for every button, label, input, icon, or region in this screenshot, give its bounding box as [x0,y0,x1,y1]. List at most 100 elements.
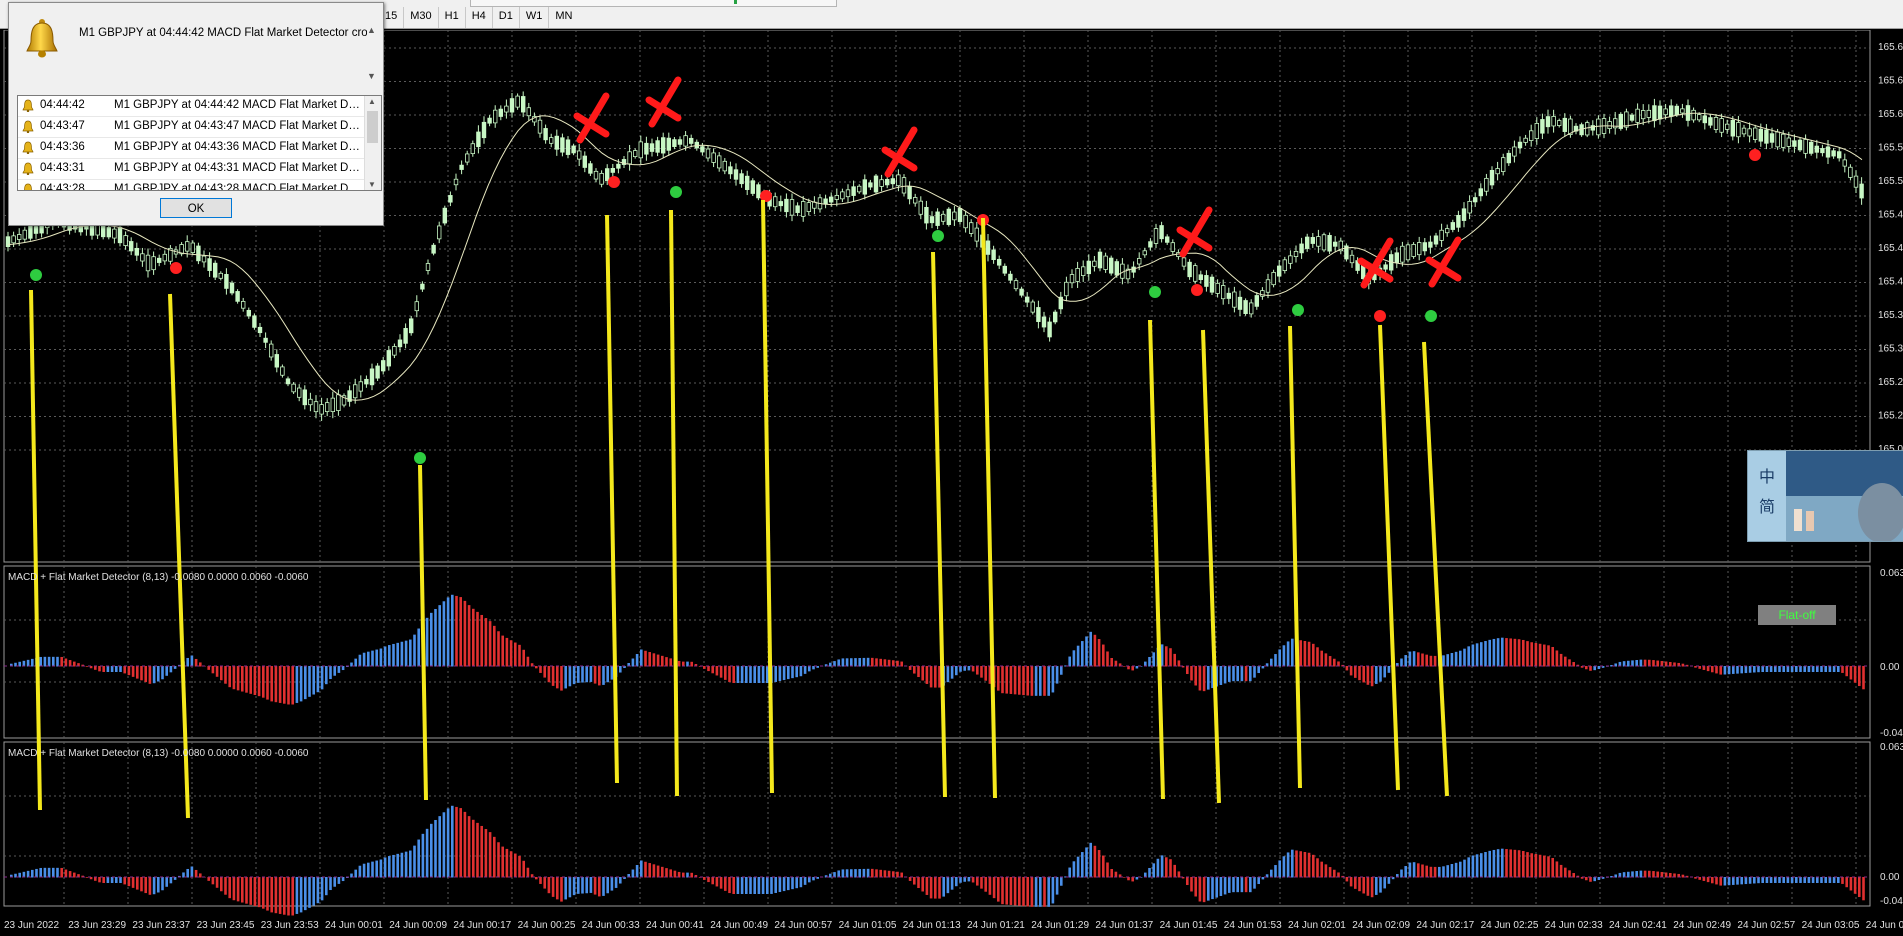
macd-1-bar [136,666,139,679]
macd-2-bar [1589,877,1592,882]
timeframe-button[interactable]: W1 [518,7,549,28]
macd-2-bar [1824,877,1827,883]
macd-2-bar [110,877,114,883]
macd-1-bar [1471,644,1475,667]
macd-2-bar [1173,864,1176,878]
macd-2-bar [1551,857,1554,878]
alert-dialog[interactable]: M1 GBPJPY at 04:44:42 MACD Flat Market D… [8,2,384,226]
timeframe-button[interactable]: MN [548,7,578,28]
macd-2-bar [341,877,345,882]
candle [1517,141,1523,149]
alert-row[interactable]: 04:44:42 M1 GBPJPY at 04:44:42 MACD Flat … [18,96,381,117]
macd-1-bar [308,666,311,697]
macd-2-bar [1719,877,1722,886]
candle [1837,151,1842,159]
ok-button[interactable]: OK [160,198,232,218]
macd-2-bar [388,856,391,878]
alert-row[interactable]: 04:43:36 M1 GBPJPY at 04:43:36 MACD Flat … [18,138,381,159]
macd-2-bar [661,866,664,878]
macd-2-bar [316,877,320,904]
macd-1-bar [43,656,47,667]
alert-row[interactable]: 04:43:28 M1 GBPJPY at 04:43:28 MACD Flat … [18,180,381,190]
macd-1-bar [791,666,794,679]
macd-1-bar [106,666,110,672]
candle [291,383,296,393]
timeframe-button[interactable]: D1 [491,7,519,28]
candle [1417,242,1422,256]
macd-2-bar [1211,877,1214,900]
scroll-up-icon[interactable]: ▲ [368,97,376,106]
time-axis-label: 24 Jun 00:49 [710,920,768,931]
alert-list-scrollbar[interactable]: ▲ ▼ [364,96,381,190]
macd-1-bar [1299,640,1302,667]
timeframe-button[interactable]: H1 [437,7,465,28]
macd-2-bar [1030,877,1034,907]
macd-2-bar [1408,862,1412,878]
macd-2-bar [984,877,987,892]
macd-2-bar [640,860,643,878]
bell-icon [24,183,32,190]
timeframe-button[interactable]: H4 [464,7,492,28]
macd-2-bar [1148,867,1151,878]
candle [683,135,688,147]
candle [616,163,621,169]
alert-row[interactable]: 04:43:47 M1 GBPJPY at 04:43:47 MACD Flat … [18,117,381,138]
macd-2-bar [144,877,147,894]
timeframe-button[interactable]: M30 [403,7,437,28]
candle [1428,241,1433,248]
macd-1-bar [740,666,744,683]
macd-2-bar [732,877,735,894]
macd-1-bar [383,646,387,667]
macd-1-bar [1643,659,1647,667]
macd-2-bar [1811,877,1815,883]
alert-list[interactable]: 04:44:42 M1 GBPJPY at 04:44:42 MACD Flat … [17,95,382,191]
candle [1137,257,1142,265]
time-axis-label: 24 Jun 02:41 [1609,920,1667,931]
macd-1-bar [1832,666,1836,672]
macd-2-bar [1597,877,1601,880]
candle [1657,105,1663,120]
macd-1-bar [157,666,160,682]
macd-2-bar [106,877,110,883]
time-axis-label: 23 Jun 2022 [4,920,59,931]
macd-2-bar [383,857,387,878]
macd-2-bar [1484,852,1487,878]
macd-1-bar [1534,643,1538,667]
macd-1-bar [207,666,210,670]
macd-1-bar [1824,666,1827,672]
macd-1-bar [774,666,777,682]
candle [689,137,694,144]
candle [711,152,716,163]
macd-1-bar [640,649,643,667]
macd-1-bar [648,652,651,667]
candle [655,140,660,153]
macd-1-bar [236,666,240,691]
alert-row[interactable]: 04:43:31 M1 GBPJPY at 04:43:31 MACD Flat … [18,159,381,180]
scroll-down-icon[interactable]: ▼ [367,71,376,81]
macd-1-bar [1450,653,1454,667]
scroll-down-icon[interactable]: ▼ [368,180,376,189]
macd-1-bar [459,597,462,667]
macd-1-bar [778,666,782,682]
macd-1-bar [400,641,404,667]
candle [229,282,235,294]
macd-2-bar [371,861,374,878]
annotation-line [981,217,997,799]
candle [1708,117,1713,126]
scroll-thumb[interactable] [367,111,378,143]
macd-1-bar [761,666,765,683]
macd-1-bar [661,655,664,667]
macd-2-bar [362,863,366,878]
scroll-up-icon[interactable]: ▲ [367,25,376,35]
macd-1-bar [1412,651,1416,667]
macd-1-bar [1387,666,1391,673]
macd-1-bar [1862,666,1865,690]
macd-1-bar [879,658,882,667]
macd-2-bar [1186,877,1189,886]
macd-2-bar [1509,849,1512,878]
candle [997,258,1002,266]
candle [1288,255,1293,264]
macd-2-bar [409,850,412,878]
candle [336,394,341,411]
candle [1629,114,1635,121]
